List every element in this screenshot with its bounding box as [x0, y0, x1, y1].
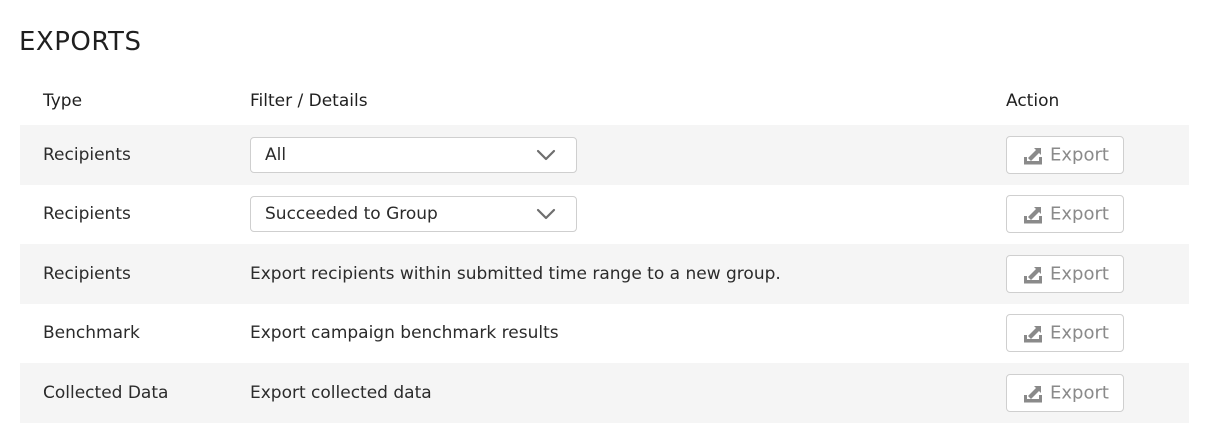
row-type: Recipients	[43, 263, 131, 284]
table-row: Recipients Succeeded to Group Export	[20, 185, 1189, 245]
export-button-label: Export	[1050, 322, 1109, 344]
table-row: Benchmark Export campaign benchmark resu…	[20, 304, 1189, 364]
action-cell: Export	[1006, 135, 1124, 174]
action-cell: Export	[1006, 314, 1124, 353]
export-icon	[1024, 147, 1042, 165]
row-type: Recipients	[43, 144, 131, 165]
export-button[interactable]: Export	[1006, 314, 1124, 353]
row-type: Benchmark	[43, 323, 140, 344]
filter-cell: Succeeded to Group	[250, 196, 577, 233]
select-value: All	[265, 144, 287, 165]
row-details: Export collected data	[250, 382, 432, 403]
chevron-down-icon	[536, 209, 556, 220]
action-cell: Export	[1006, 195, 1124, 234]
recipients-filter-select[interactable]: Succeeded to Group	[250, 196, 577, 233]
row-details: Export campaign benchmark results	[250, 323, 559, 344]
column-header-type: Type	[43, 91, 83, 111]
chevron-down-icon	[536, 149, 556, 160]
export-button-label: Export	[1050, 382, 1109, 404]
export-button-label: Export	[1050, 144, 1109, 166]
column-header-action: Action	[1006, 91, 1060, 111]
export-icon	[1024, 326, 1042, 343]
export-button-label: Export	[1050, 263, 1109, 285]
table-row: Recipients Export recipients within subm…	[20, 244, 1189, 304]
column-header-details: Filter / Details	[250, 91, 368, 111]
page-title: EXPORTS	[19, 27, 142, 57]
table-row: Collected Data Export collected data Exp…	[20, 363, 1189, 423]
exports-table: Type Filter / Details Action Recipients …	[20, 80, 1189, 423]
action-cell: Export	[1006, 373, 1124, 412]
export-icon	[1024, 266, 1042, 284]
row-type: Collected Data	[43, 382, 169, 403]
row-type: Recipients	[43, 204, 131, 225]
export-icon	[1024, 207, 1042, 224]
export-button[interactable]: Export	[1006, 373, 1124, 412]
export-icon	[1024, 385, 1042, 403]
action-cell: Export	[1006, 254, 1124, 293]
export-button-label: Export	[1050, 203, 1109, 225]
table-header: Type Filter / Details Action	[20, 80, 1189, 125]
recipients-filter-select[interactable]: All	[250, 136, 577, 173]
export-button[interactable]: Export	[1006, 135, 1124, 174]
table-row: Recipients All Export	[20, 125, 1189, 185]
export-button[interactable]: Export	[1006, 195, 1124, 234]
select-value: Succeeded to Group	[265, 204, 438, 225]
row-details: Export recipients within submitted time …	[250, 263, 781, 284]
filter-cell: All	[250, 136, 577, 173]
export-button[interactable]: Export	[1006, 254, 1124, 293]
exports-page: EXPORTS Type Filter / Details Action Rec…	[0, 0, 1225, 447]
